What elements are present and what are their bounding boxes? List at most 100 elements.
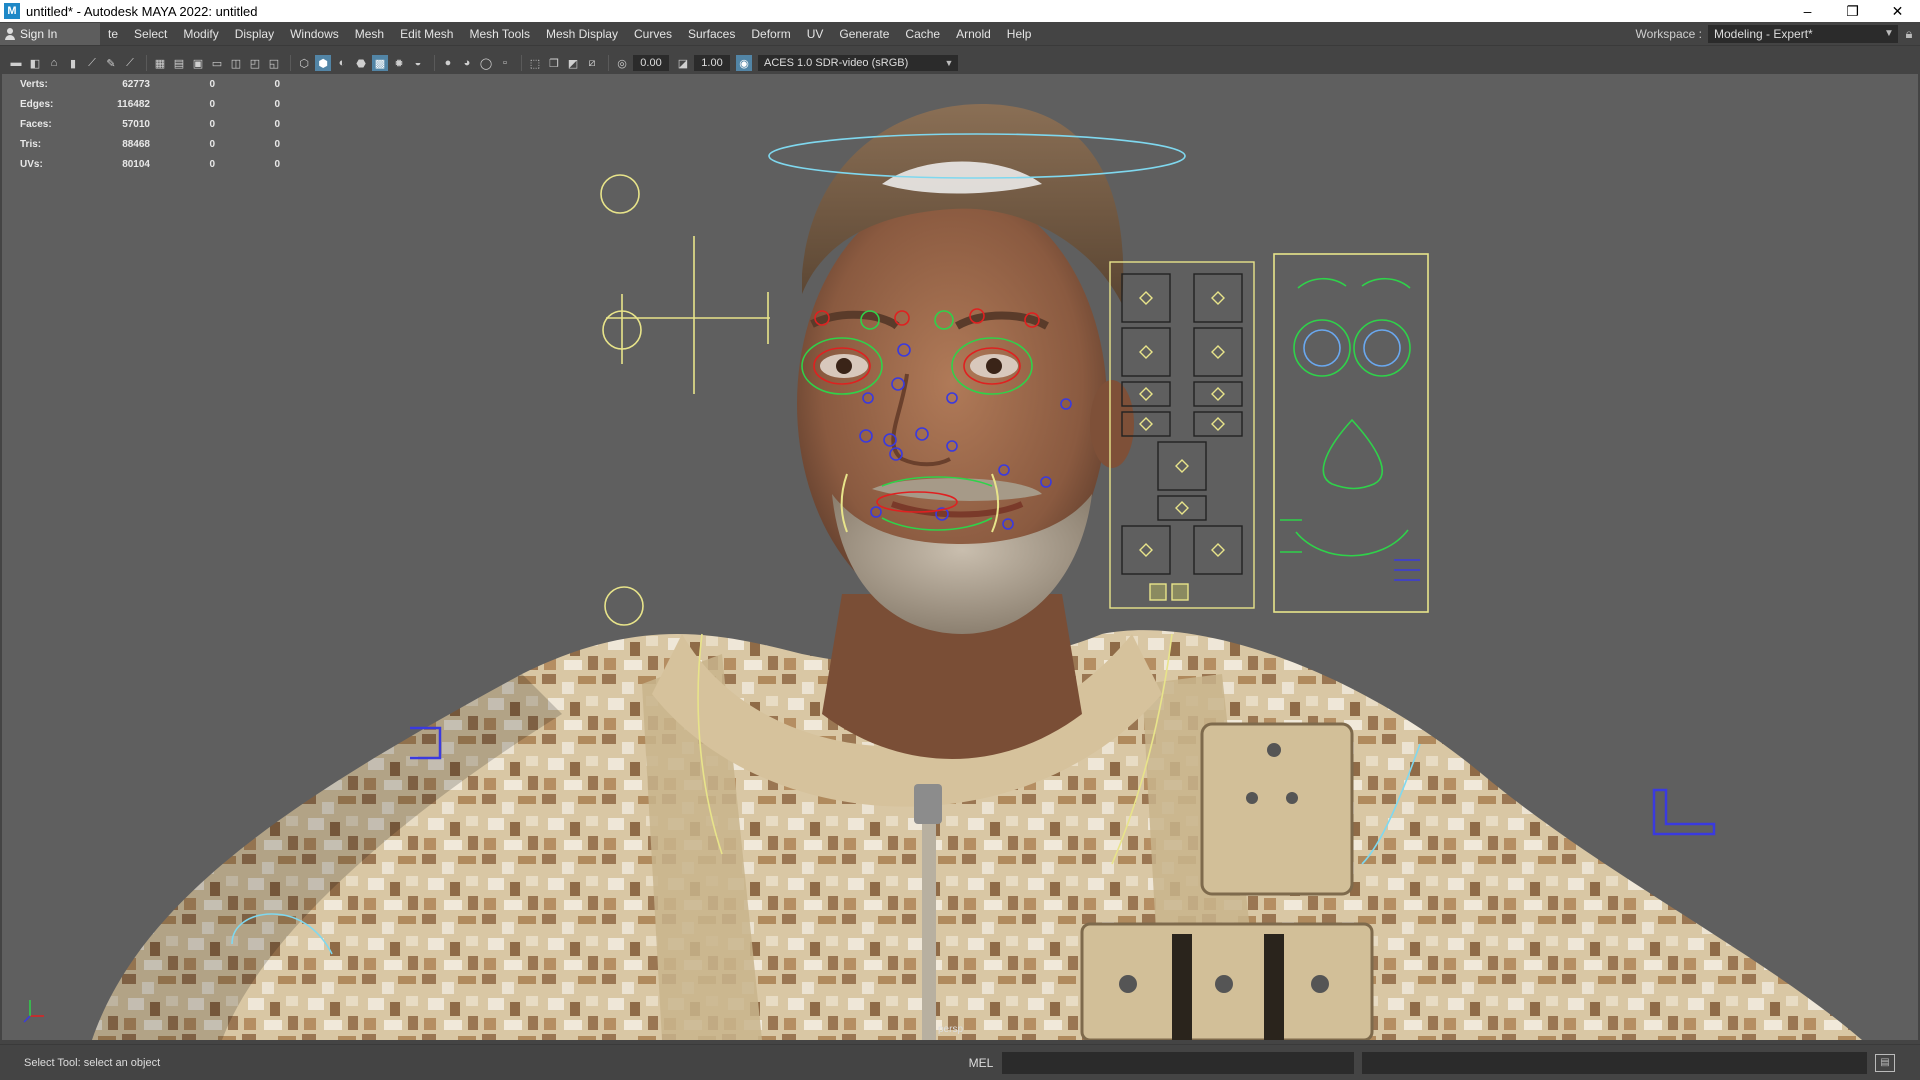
use-all-lights-icon[interactable]: ✹	[391, 55, 407, 71]
perspective-viewport[interactable]: Verts: 62773 0 0 Edges: 116482 0 0 Faces…	[2, 74, 1918, 1040]
slider-box	[1121, 525, 1171, 575]
slider-handle	[1139, 417, 1153, 431]
hud-label: Faces:	[20, 118, 52, 130]
2d-pan-zoom-icon[interactable]: ⟋	[84, 55, 100, 71]
motion-blur-icon[interactable]: ◕	[459, 55, 475, 71]
menu-item-deform[interactable]: Deform	[743, 27, 798, 41]
textured-icon[interactable]: ▩	[372, 55, 388, 71]
safe-title-icon[interactable]: ◱	[266, 55, 282, 71]
slider-box	[1193, 525, 1243, 575]
poly-count-hud: Verts: 62773 0 0 Edges: 116482 0 0 Faces…	[20, 74, 280, 174]
picker-eye-left-inner	[1303, 329, 1341, 367]
picker-brow-right	[1361, 277, 1411, 289]
hud-value: 80104	[122, 158, 150, 170]
grid-icon[interactable]: ▦	[152, 55, 168, 71]
wireframe-icon[interactable]: ⬡	[296, 55, 312, 71]
menu-item-mesh[interactable]: Mesh	[347, 27, 392, 41]
picker-mouth	[1295, 529, 1409, 557]
xray-active-icon[interactable]: ◩	[565, 55, 581, 71]
vest-divider	[1264, 934, 1284, 1040]
slider-handle	[1211, 345, 1225, 359]
grease-pencil-icon[interactable]: ✎	[103, 55, 119, 71]
menu-item-uv[interactable]: UV	[799, 27, 832, 41]
menu-item-edit-mesh[interactable]: Edit Mesh	[392, 27, 461, 41]
hud-value: 57010	[122, 118, 150, 130]
slider-box	[1157, 441, 1207, 491]
toolbar-divider	[521, 55, 522, 71]
viewport-scene[interactable]	[2, 74, 1918, 1040]
hud-label: Tris:	[20, 138, 42, 150]
camera-select-icon[interactable]: ▬	[8, 55, 24, 71]
lock-icon[interactable]: 🔒︎	[1898, 26, 1920, 42]
exposure-icon[interactable]: ◎	[614, 55, 630, 71]
hud-value: 0	[209, 118, 215, 130]
menu-item-windows[interactable]: Windows	[282, 27, 347, 41]
main-menu-bar: Sign In te Select Modify Display Windows…	[0, 22, 1920, 46]
slider-box	[1193, 327, 1243, 377]
ear-mesh	[1090, 380, 1134, 468]
bookmark-icon[interactable]: ⌂	[46, 55, 62, 71]
camera-attributes-icon[interactable]: ◧	[27, 55, 43, 71]
color-management-icon[interactable]: ◉	[736, 55, 752, 71]
menu-item-mesh-tools[interactable]: Mesh Tools	[461, 27, 537, 41]
sign-in-label: Sign In	[20, 26, 58, 41]
close-button[interactable]: ✕	[1875, 0, 1920, 22]
menu-item-arnold[interactable]: Arnold	[948, 27, 999, 41]
xray-icon[interactable]: ❐	[546, 55, 562, 71]
picker-eye-right	[1353, 319, 1411, 377]
ambient-occlusion-icon[interactable]: ●	[440, 55, 456, 71]
menu-item-select[interactable]: Select	[126, 27, 175, 41]
pouch-snap	[1286, 792, 1298, 804]
minimize-button[interactable]: –	[1785, 0, 1830, 22]
hud-value: 0	[209, 138, 215, 150]
menu-item-help[interactable]: Help	[999, 27, 1040, 41]
gamma-field[interactable]: 1.00	[694, 55, 730, 71]
hud-label: UVs:	[20, 158, 43, 170]
wireframe-on-shaded-icon[interactable]: ⬣	[353, 55, 369, 71]
slider-handle	[1211, 543, 1225, 557]
slider-handle	[1139, 387, 1153, 401]
menu-item-display[interactable]: Display	[227, 27, 282, 41]
color-space-dropdown[interactable]: ACES 1.0 SDR-video (sRGB) ▼	[758, 55, 958, 71]
pouch-snap	[1311, 975, 1329, 993]
resolution-gate-icon[interactable]: ▣	[190, 55, 206, 71]
pouch-snap	[1246, 792, 1258, 804]
smooth-shade-icon[interactable]: ⬢	[315, 55, 331, 71]
sign-in-button[interactable]: Sign In	[0, 22, 100, 45]
workspace-dropdown[interactable]: Modeling - Expert* ▼	[1708, 24, 1898, 43]
exposure-field[interactable]: 0.00	[633, 55, 669, 71]
hud-label: Verts:	[20, 78, 48, 90]
picker-brow-left	[1297, 277, 1347, 289]
xray-joints-icon[interactable]: ⧄	[584, 55, 600, 71]
shadows-icon[interactable]: ◒	[410, 55, 426, 71]
menu-item-modify[interactable]: Modify	[175, 27, 226, 41]
menu-item-curves[interactable]: Curves	[626, 27, 680, 41]
film-gate-icon[interactable]: ▤	[171, 55, 187, 71]
face-picker-panel-face	[1273, 253, 1429, 613]
script-editor-icon[interactable]: ▤	[1875, 1053, 1895, 1072]
menu-item-te[interactable]: te	[100, 27, 126, 41]
menu-item-surfaces[interactable]: Surfaces	[680, 27, 743, 41]
hud-row-verts: Verts: 62773 0 0	[20, 74, 280, 94]
gate-mask-icon[interactable]: ▭	[209, 55, 225, 71]
slider-box	[1193, 411, 1243, 437]
field-chart-icon[interactable]: ◫	[228, 55, 244, 71]
menu-item-cache[interactable]: Cache	[897, 27, 948, 41]
safe-action-icon[interactable]: ◰	[247, 55, 263, 71]
status-bar: Select Tool: select an object MEL ▤	[0, 1044, 1920, 1080]
brush-icon[interactable]: ⟋	[122, 55, 138, 71]
menu-item-mesh-display[interactable]: Mesh Display	[538, 27, 626, 41]
default-material-icon[interactable]: ◐	[334, 55, 350, 71]
hud-label: Edges:	[20, 98, 54, 110]
menu-item-generate[interactable]: Generate	[831, 27, 897, 41]
gamma-icon[interactable]: ◪	[675, 55, 691, 71]
command-line-input[interactable]	[1002, 1051, 1354, 1074]
isolate-select-icon[interactable]: ⬚	[527, 55, 543, 71]
script-language-toggle[interactable]: MEL	[960, 1056, 1002, 1070]
restore-button[interactable]: ❐	[1830, 0, 1875, 22]
toolbar-divider	[608, 55, 609, 71]
image-plane-icon[interactable]: ▮	[65, 55, 81, 71]
anti-aliasing-icon[interactable]: ◯	[478, 55, 494, 71]
depth-of-field-icon[interactable]: ▫	[497, 55, 513, 71]
slider-box	[1193, 273, 1243, 323]
